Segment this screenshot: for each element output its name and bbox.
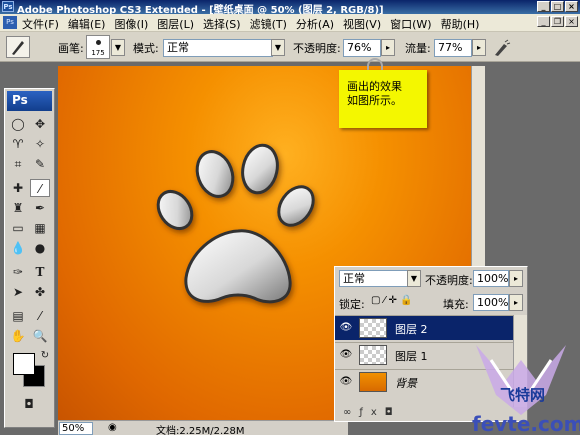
watermark-logo: 飞特网 fevte.com: [466, 340, 580, 435]
move-tool-icon[interactable]: ✥: [30, 115, 50, 133]
lock-label: 锁定:: [339, 298, 365, 311]
layer-thumbnail: [359, 318, 387, 338]
zoom-tool-icon[interactable]: 🔍: [30, 327, 50, 345]
menu-image[interactable]: 图像(I): [114, 16, 148, 32]
zoom-level-input[interactable]: 50%: [59, 422, 93, 435]
brush-tool-icon[interactable]: ⁄: [30, 179, 50, 197]
shape-tool-icon[interactable]: ✤: [30, 283, 50, 301]
opacity-input[interactable]: 76%: [343, 39, 381, 57]
slice-tool-icon[interactable]: ✎: [30, 155, 50, 173]
blend-mode-select[interactable]: 正常: [339, 270, 409, 287]
swap-colors-icon[interactable]: ↻: [35, 347, 55, 365]
photoshop-app-icon: Ps: [2, 1, 14, 12]
notes-tool-icon[interactable]: ▤: [8, 307, 28, 325]
lasso-tool-icon[interactable]: ♈: [8, 135, 28, 153]
menu-select[interactable]: 选择(S): [203, 16, 241, 32]
marquee-tool-icon[interactable]: ◯: [8, 115, 28, 133]
eraser-tool-icon[interactable]: ▭: [8, 219, 28, 237]
close-icon[interactable]: ×: [565, 1, 578, 12]
flow-label: 流量:: [405, 42, 431, 55]
maximize-icon[interactable]: □: [551, 1, 564, 12]
brush-label: 画笔:: [58, 42, 84, 55]
lock-icons[interactable]: ▢ ⁄ ✛ 🔒: [371, 295, 412, 306]
menu-items: 文件(F) 编辑(E) 图像(I) 图层(L) 选择(S) 滤镜(T) 分析(A…: [22, 16, 479, 32]
healing-brush-tool-icon[interactable]: ✚: [8, 179, 28, 197]
note-line-1: 画出的效果: [347, 80, 402, 93]
menu-file[interactable]: 文件(F): [22, 16, 59, 32]
visibility-eye-icon[interactable]: 👁: [339, 375, 353, 389]
document-size-info: 文档:2.25M/2.28M: [156, 426, 245, 435]
hand-tool-icon[interactable]: ✋: [8, 327, 28, 345]
fill-label: 填充:: [443, 298, 469, 311]
brush-picker[interactable]: 175: [86, 35, 110, 59]
layer-thumbnail: [359, 372, 387, 392]
callout-note: 画出的效果 如图所示。: [339, 70, 427, 128]
title-bar: Ps Adobe Photoshop CS3 Extended - [壁纸桌面 …: [0, 0, 580, 16]
window-controls: _ □ ×: [537, 1, 578, 12]
toolbox: Ps ◯ ✥ ♈ ✧ ⌗ ✎ ✚ ⁄ ♜ ✒ ▭ ▦ 💧 ● ✑ T ➤ ✤ ▤…: [4, 88, 55, 428]
blend-mode-dropdown-icon[interactable]: ▼: [407, 270, 421, 287]
layer-opacity-label: 不透明度:: [425, 274, 473, 287]
layer-name: 图层 2: [395, 323, 428, 336]
flow-input[interactable]: 77%: [434, 39, 472, 57]
menu-help[interactable]: 帮助(H): [441, 16, 480, 32]
dodge-tool-icon[interactable]: ●: [30, 239, 50, 257]
opacity-slider-icon[interactable]: ▸: [381, 39, 395, 56]
mode-dropdown-icon[interactable]: ▼: [271, 39, 285, 56]
watermark-brand-en: fevte.com: [472, 412, 580, 435]
fill-input[interactable]: 100%: [473, 294, 509, 311]
menu-filter[interactable]: 滤镜(T): [250, 16, 287, 32]
mode-label: 模式:: [133, 42, 159, 55]
document-icon: Ps: [3, 16, 17, 29]
brush-tool-icon: [12, 41, 24, 55]
toolbox-logo: Ps: [7, 91, 52, 111]
menu-view[interactable]: 视图(V): [343, 16, 381, 32]
visibility-eye-icon[interactable]: 👁: [339, 321, 353, 335]
type-tool-icon[interactable]: T: [30, 263, 50, 281]
doc-restore-icon[interactable]: ❐: [551, 16, 564, 27]
layer-name: 图层 1: [395, 350, 428, 363]
eyedropper-tool-icon[interactable]: ⁄: [30, 307, 50, 325]
flow-slider-icon[interactable]: ▸: [472, 39, 486, 56]
brush-size: 175: [91, 49, 105, 57]
gradient-tool-icon[interactable]: ▦: [30, 219, 50, 237]
layer-thumbnail: [359, 345, 387, 365]
menu-window[interactable]: 窗口(W): [390, 16, 431, 32]
doc-close-icon[interactable]: ×: [565, 16, 578, 27]
watermark-brand-cn: 飞特网: [500, 386, 546, 404]
minimize-icon[interactable]: _: [537, 1, 550, 12]
note-line-2: 如图所示。: [347, 94, 402, 107]
layer-opacity-input[interactable]: 100%: [473, 270, 509, 287]
menu-bar: Ps 文件(F) 编辑(E) 图像(I) 图层(L) 选择(S) 滤镜(T) 分…: [0, 14, 580, 32]
visibility-eye-icon[interactable]: 👁: [339, 348, 353, 362]
document-window-controls: _ ❐ ×: [537, 16, 578, 27]
mode-select[interactable]: 正常: [163, 39, 273, 57]
quick-mask-icon[interactable]: ◘: [19, 395, 39, 413]
status-menu-icon[interactable]: ◉: [108, 422, 117, 433]
foreground-color-swatch[interactable]: [13, 353, 35, 375]
layer-name: 背景: [395, 377, 417, 390]
menu-analysis[interactable]: 分析(A): [296, 16, 334, 32]
layer-row-2[interactable]: 👁 图层 2: [335, 315, 513, 340]
menu-layer[interactable]: 图层(L): [157, 16, 194, 32]
clone-stamp-tool-icon[interactable]: ♜: [8, 199, 28, 217]
fill-slider-icon[interactable]: ▸: [509, 294, 523, 311]
airbrush-icon[interactable]: [492, 38, 512, 58]
layer-actions[interactable]: ∞ƒx◘: [343, 407, 401, 418]
doc-minimize-icon[interactable]: _: [537, 16, 550, 27]
blur-tool-icon[interactable]: 💧: [8, 239, 28, 257]
status-bar: 50% ◉ 文档:2.25M/2.28M: [58, 420, 348, 435]
opacity-label: 不透明度:: [293, 42, 341, 55]
history-brush-tool-icon[interactable]: ✒: [30, 199, 50, 217]
brush-dropdown-icon[interactable]: ▼: [111, 39, 125, 56]
pen-tool-icon[interactable]: ✑: [8, 263, 28, 281]
crop-tool-icon[interactable]: ⌗: [8, 155, 28, 173]
menu-edit[interactable]: 编辑(E): [68, 16, 106, 32]
tool-preset-picker[interactable]: [6, 36, 30, 58]
layer-opacity-slider-icon[interactable]: ▸: [509, 270, 523, 287]
magic-wand-tool-icon[interactable]: ✧: [30, 135, 50, 153]
options-bar: 画笔: 175 ▼ 模式: 正常 ▼ 不透明度: 76% ▸ 流量: 77% ▸: [0, 32, 580, 62]
path-selection-tool-icon[interactable]: ➤: [8, 283, 28, 301]
